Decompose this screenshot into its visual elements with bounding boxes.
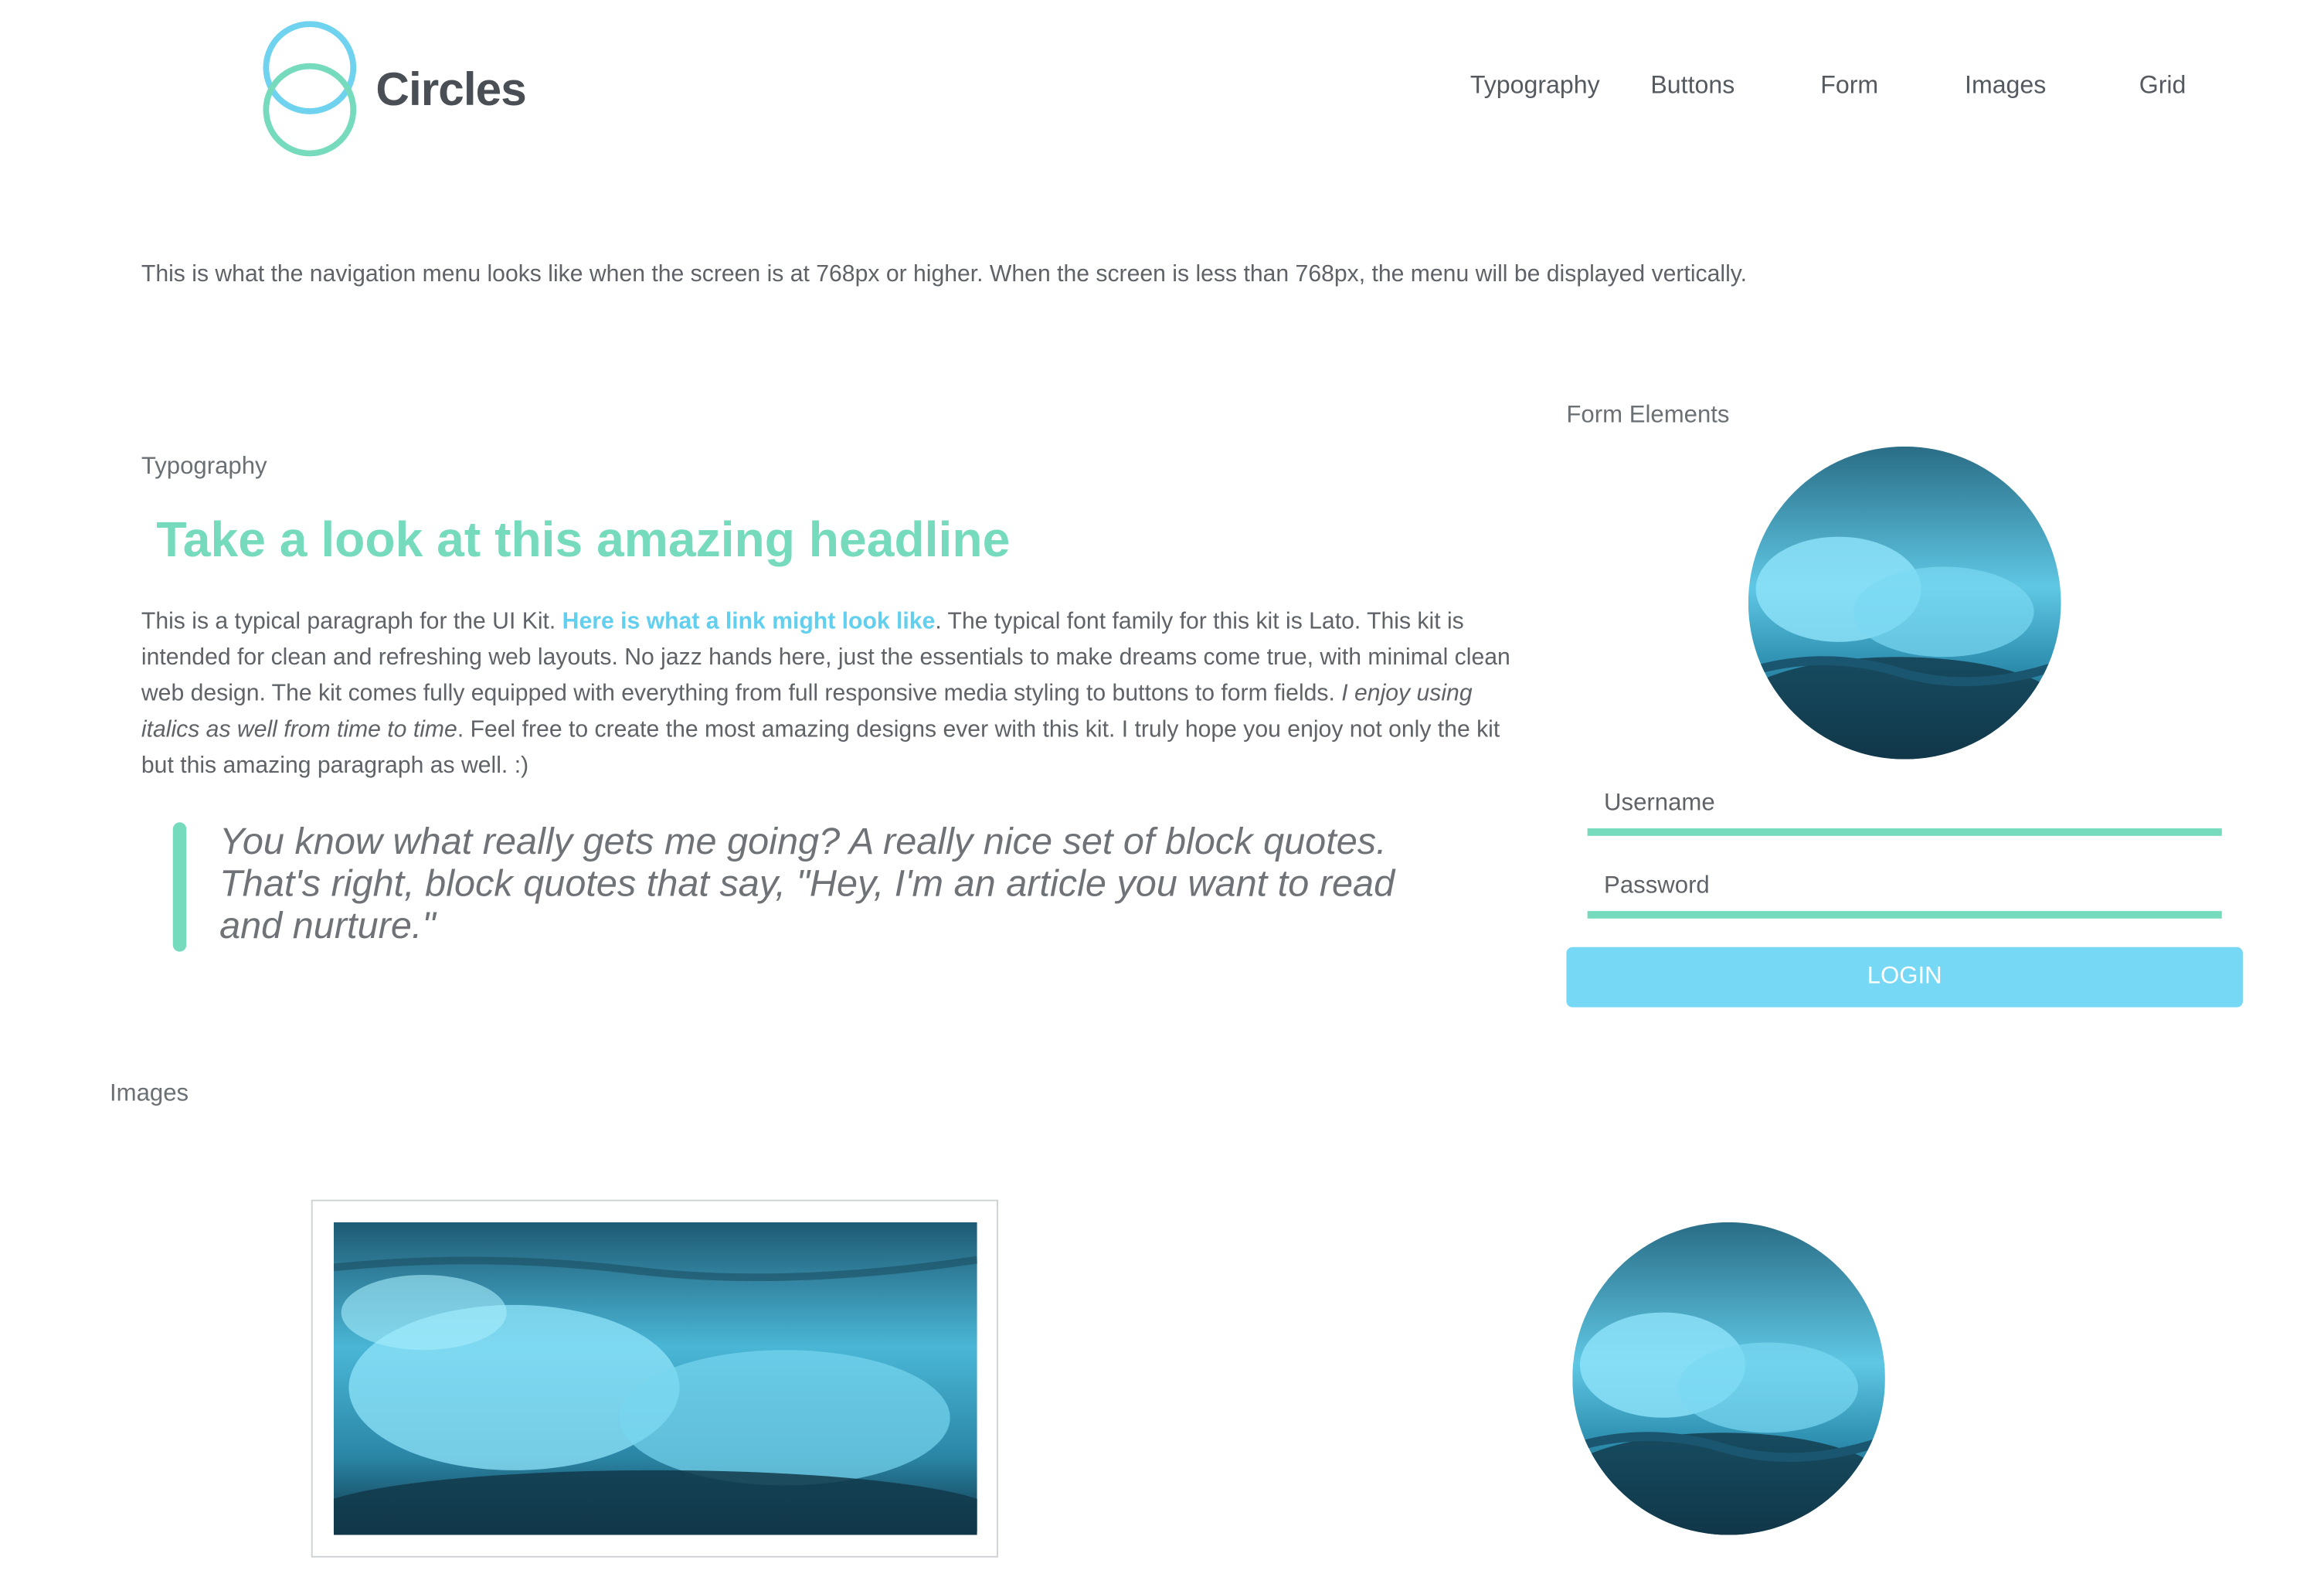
nav-images[interactable]: Images xyxy=(1965,72,2046,100)
ui-kit-page: Circles Typography Buttons Form Images G… xyxy=(0,0,2324,1577)
avatar-wave-image xyxy=(1748,446,2061,760)
username-input[interactable] xyxy=(1587,778,2222,836)
circles-logo-icon xyxy=(263,21,357,157)
nav-form[interactable]: Form xyxy=(1820,72,1878,100)
typography-section-label: Typography xyxy=(141,454,267,480)
framed-wave-image xyxy=(311,1199,998,1558)
form-section-label: Form Elements xyxy=(1566,403,1730,429)
typical-paragraph: This is a typical paragraph for the UI K… xyxy=(141,604,1524,784)
brand-logo[interactable]: Circles xyxy=(259,21,529,159)
headline: Take a look at this amazing headline xyxy=(156,511,1011,567)
wave-photo xyxy=(333,1222,977,1535)
sample-link[interactable]: Here is what a link might look like xyxy=(562,609,936,634)
paragraph-text-start: This is a typical paragraph for the UI K… xyxy=(141,609,562,635)
blockquote-bar xyxy=(172,822,187,952)
intro-text: This is what the navigation menu looks l… xyxy=(141,261,1748,287)
nav-buttons[interactable]: Buttons xyxy=(1650,72,1735,100)
logo-text: Circles xyxy=(375,63,526,116)
circle-wave-image xyxy=(1572,1222,1885,1535)
images-section-label: Images xyxy=(110,1080,189,1107)
password-input[interactable] xyxy=(1587,861,2222,919)
blockquote: You know what really gets me going? A re… xyxy=(219,821,1395,947)
login-button[interactable]: LOGIN xyxy=(1566,947,2243,1008)
nav-grid[interactable]: Grid xyxy=(2139,72,2186,100)
nav-typography[interactable]: Typography xyxy=(1470,72,1600,100)
